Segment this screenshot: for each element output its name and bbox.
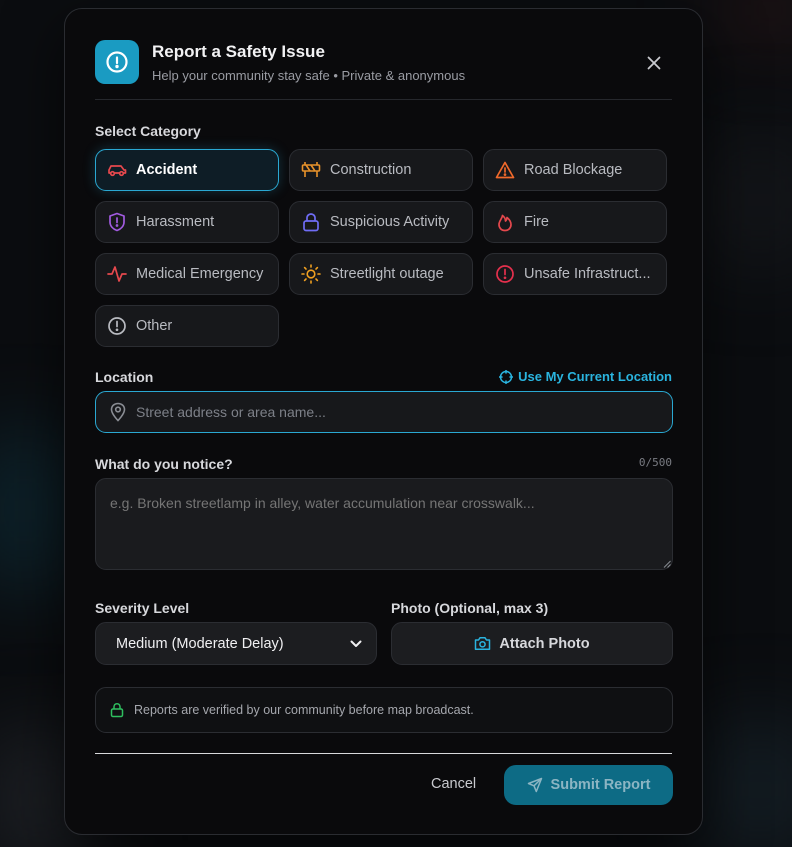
category-medical-emergency[interactable]: Medical Emergency [95, 253, 279, 295]
category-label-text: Streetlight outage [330, 266, 444, 282]
use-current-location-text: Use My Current Location [518, 369, 672, 384]
category-unsafe-infrastructure[interactable]: Unsafe Infrastruct... [483, 253, 667, 295]
location-label: Location [95, 369, 154, 385]
category-label-text: Accident [136, 162, 198, 178]
category-label-text: Fire [524, 214, 549, 230]
background-blur [700, 720, 792, 847]
sun-icon [300, 263, 322, 285]
attach-photo-label: Attach Photo [499, 635, 590, 652]
barrier-icon [300, 159, 322, 181]
notice-label: What do you notice? [95, 456, 233, 472]
category-label-text: Construction [330, 162, 412, 178]
flame-icon [494, 211, 516, 233]
background-blur [720, 0, 792, 40]
severity-select[interactable]: Medium (Moderate Delay) [95, 622, 377, 665]
background-blur [700, 130, 792, 270]
category-label: Select Category [95, 123, 201, 139]
modal-title: Report a Safety Issue [152, 42, 325, 61]
map-pin-icon [110, 402, 126, 422]
use-current-location-link[interactable]: Use My Current Location [499, 369, 672, 384]
report-modal: Report a Safety Issue Help your communit… [64, 8, 703, 835]
category-label-text: Road Blockage [524, 162, 623, 178]
severity-selected-value: Medium (Moderate Delay) [116, 635, 284, 652]
send-icon [527, 777, 542, 793]
info-circle-icon [106, 315, 128, 337]
verification-text: Reports are verified by our community be… [134, 703, 474, 717]
category-label-text: Harassment [136, 214, 215, 230]
severity-label: Severity Level [95, 600, 190, 616]
attach-photo-button[interactable]: Attach Photo [391, 622, 673, 665]
cancel-button[interactable]: Cancel [431, 776, 476, 792]
car-icon [106, 159, 128, 181]
category-road-blockage[interactable]: Road Blockage [483, 149, 667, 191]
close-button[interactable] [644, 53, 664, 73]
category-harassment[interactable]: Harassment [95, 201, 279, 243]
warning-triangle-icon [494, 159, 516, 181]
modal-header: Report a Safety Issue Help your communit… [95, 39, 672, 99]
category-label-text: Medical Emergency [136, 266, 264, 282]
resize-handle-icon[interactable] [663, 560, 671, 568]
lock-icon [300, 211, 322, 233]
alert-circle-icon [494, 263, 516, 285]
character-counter: 0/500 [638, 456, 672, 469]
category-construction[interactable]: Construction [289, 149, 473, 191]
category-streetlight-outage[interactable]: Streetlight outage [289, 253, 473, 295]
location-field[interactable] [95, 391, 673, 433]
submit-report-button[interactable]: Submit Report [504, 765, 673, 805]
category-label-text: Unsafe Infrastruct... [524, 266, 651, 282]
verification-notice: Reports are verified by our community be… [95, 687, 673, 733]
camera-icon [475, 637, 491, 650]
modal-subtitle: Help your community stay safe • Private … [152, 68, 466, 83]
category-accident[interactable]: Accident [95, 149, 279, 191]
notice-textarea[interactable] [95, 478, 673, 570]
crosshair-icon [499, 369, 514, 384]
photo-label: Photo (Optional, max 3) [391, 600, 549, 616]
submit-report-label: Submit Report [550, 777, 651, 793]
category-label-text: Suspicious Activity [330, 214, 450, 230]
pulse-icon [106, 263, 128, 285]
lock-icon [110, 702, 124, 718]
alert-circle-icon [95, 40, 139, 84]
category-suspicious-activity[interactable]: Suspicious Activity [289, 201, 473, 243]
footer-divider [95, 753, 672, 754]
header-divider [95, 99, 672, 100]
category-other[interactable]: Other [95, 305, 279, 347]
category-label-text: Other [136, 318, 173, 334]
shield-alert-icon [106, 211, 128, 233]
category-fire[interactable]: Fire [483, 201, 667, 243]
close-icon [647, 56, 661, 70]
chevron-down-icon [350, 640, 362, 647]
location-input[interactable] [136, 404, 616, 420]
